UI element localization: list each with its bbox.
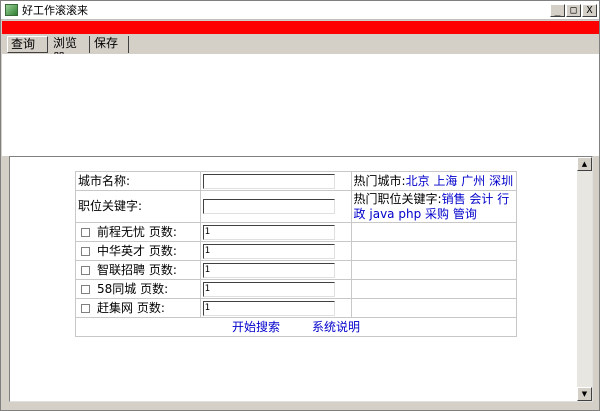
title-bar: 好工作滚滚来 _ □ X	[1, 1, 599, 20]
red-banner	[2, 21, 599, 34]
pages-label: 页数:	[140, 281, 169, 296]
hot-keywords-label: 热门职位关键字:	[353, 191, 442, 206]
scroll-down-arrow-icon[interactable]: ▼	[577, 387, 592, 401]
tab-save[interactable]: 保存	[91, 36, 129, 53]
table-row: 开始搜索 系统说明	[75, 317, 517, 337]
hot-keyword-link[interactable]: php	[398, 207, 421, 221]
minimize-button[interactable]: _	[550, 4, 565, 17]
site-checkbox[interactable]	[81, 284, 90, 294]
top-blank-area	[2, 54, 599, 156]
site-checkbox[interactable]	[81, 265, 90, 275]
pages-input[interactable]: 1	[202, 300, 335, 316]
browser-pane: 城市名称: 热门城市:北京 上海 广州 深圳 职位关键字: 热门职位关键字:销售…	[9, 156, 593, 402]
site-checkbox[interactable]	[81, 303, 90, 313]
pages-input[interactable]: 1	[202, 281, 335, 297]
table-row: 中华英才 页数: 1	[75, 241, 518, 261]
hot-city-link[interactable]: 广州	[461, 174, 485, 188]
table-row: 智联招聘 页数: 1	[75, 260, 518, 280]
pages-label: 页数:	[148, 243, 177, 258]
hot-keyword-link[interactable]: 会计	[469, 192, 493, 206]
hot-city-link[interactable]: 北京	[406, 174, 430, 188]
app-window: 好工作滚滚来 _ □ X 查询 浏览器 保存 城市名称: 热门城市:北京 上海 …	[0, 0, 600, 411]
site-name: 中华英才	[97, 243, 146, 258]
pages-label: 页数:	[136, 300, 165, 315]
site-name: 智联招聘	[97, 262, 146, 277]
tab-query[interactable]: 查询	[7, 36, 48, 53]
close-button[interactable]: X	[582, 4, 597, 17]
tab-browser[interactable]: 浏览器	[50, 36, 90, 65]
vertical-scrollbar[interactable]: ▲ ▼	[577, 157, 592, 401]
maximize-button[interactable]: □	[566, 4, 581, 17]
start-search-link[interactable]: 开始搜索	[232, 320, 280, 334]
scroll-up-arrow-icon[interactable]: ▲	[577, 157, 592, 171]
site-name: 赶集网	[97, 300, 134, 315]
table-row: 职位关键字: 热门职位关键字:销售 会计 行政 java php 采购 管询	[75, 190, 518, 223]
table-row: 赶集网 页数: 1	[75, 298, 518, 318]
search-form-table: 城市名称: 热门城市:北京 上海 广州 深圳 职位关键字: 热门职位关键字:销售…	[75, 171, 518, 337]
hot-keyword-link[interactable]: 管询	[453, 207, 477, 221]
hot-cities-label: 热门城市:	[353, 173, 406, 188]
keyword-input-cell	[199, 190, 352, 223]
hot-keywords-cell: 热门职位关键字:销售 会计 行政 java php 采购 管询	[350, 190, 518, 223]
pages-input[interactable]: 1	[202, 262, 335, 278]
hot-keyword-link[interactable]: 采购	[425, 207, 449, 221]
site-checkbox[interactable]	[81, 246, 90, 256]
window-title: 好工作滚滚来	[22, 4, 88, 17]
hot-cities-cell: 热门城市:北京 上海 广州 深圳	[350, 171, 518, 191]
app-icon	[5, 4, 18, 16]
table-row: 城市名称: 热门城市:北京 上海 广州 深圳	[75, 171, 518, 191]
site-name: 58同城	[97, 281, 137, 296]
city-label: 城市名称:	[75, 171, 201, 191]
site-checkbox[interactable]	[81, 227, 90, 237]
hot-city-link[interactable]: 上海	[433, 174, 457, 188]
hot-keyword-link[interactable]: java	[369, 207, 394, 221]
system-help-link[interactable]: 系统说明	[312, 320, 360, 334]
city-input-cell	[199, 171, 352, 191]
pages-label: 页数:	[148, 224, 177, 239]
table-row: 前程无忧 页数: 1	[75, 222, 518, 242]
hot-keyword-link[interactable]: 销售	[442, 192, 466, 206]
keyword-label: 职位关键字:	[75, 190, 201, 223]
pages-label: 页数:	[148, 262, 177, 277]
site-name: 前程无忧	[97, 224, 146, 239]
pages-input[interactable]: 1	[202, 243, 335, 259]
keyword-input[interactable]	[202, 199, 335, 214]
table-row: 58同城 页数: 1	[75, 279, 518, 299]
city-input[interactable]	[202, 173, 335, 189]
pages-input[interactable]: 1	[202, 224, 335, 240]
hot-city-link[interactable]: 深圳	[489, 174, 513, 188]
tab-strip: 查询 浏览器 保存	[2, 34, 599, 65]
